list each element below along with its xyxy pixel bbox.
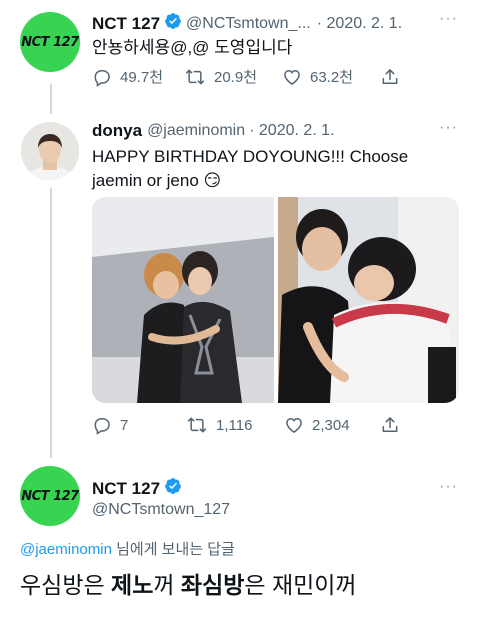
- tweet-text: 우심방은 제노꺼 좌심방은 재민이꺼: [20, 572, 357, 598]
- reply-count: 7: [120, 416, 129, 434]
- tweet-header: NCT 127 @NCTsmtown_... · 2020. 2. 1.: [92, 12, 402, 35]
- like-icon: [284, 69, 300, 85]
- like-button[interactable]: 63.2천: [282, 66, 380, 87]
- tweet-text-line: HAPPY BIRTHDAY DOYOUNG!!! Choose: [92, 147, 409, 166]
- share-icon: [382, 417, 398, 432]
- display-name[interactable]: donya: [92, 121, 142, 141]
- like-icon: [286, 417, 302, 433]
- more-options-icon[interactable]: ···: [439, 119, 458, 137]
- tweet-header: NCT 127: [92, 477, 186, 500]
- share-icon: [382, 68, 398, 84]
- verified-icon: [164, 477, 182, 500]
- display-name[interactable]: NCT 127: [92, 14, 160, 34]
- reply-count: 49.7천: [120, 69, 163, 86]
- user-handle[interactable]: @NCTsmtown_127: [92, 501, 230, 519]
- smirk-emoji-icon: 😏: [203, 171, 222, 190]
- replying-to-mention[interactable]: @jaeminomin: [20, 541, 112, 558]
- avatar[interactable]: [21, 122, 79, 180]
- retweet-icon: [187, 417, 207, 433]
- user-handle[interactable]: @NCTsmtown_...: [186, 15, 311, 33]
- like-count: 63.2천: [310, 69, 353, 86]
- retweet-count: 20.9천: [214, 69, 257, 86]
- bold-text: 제노: [111, 572, 154, 598]
- replying-to-label: 님에게 보내는 답글: [111, 541, 235, 558]
- reply-icon: [94, 69, 110, 87]
- tweet-text: 안뇽하세용@,@ 도영입니다: [92, 38, 293, 57]
- reply-button[interactable]: 49.7천: [92, 66, 184, 87]
- avatar-photo: [21, 122, 79, 180]
- bold-text: 좌심방: [180, 572, 245, 598]
- tweet-date[interactable]: · 2020. 2. 1.: [249, 122, 334, 140]
- more-options-icon[interactable]: ···: [439, 10, 458, 28]
- replying-to: @jaeminomin 님에게 보내는 답글: [20, 538, 235, 559]
- media-photo[interactable]: [278, 197, 459, 403]
- thread-line: [50, 84, 52, 114]
- display-name[interactable]: NCT 127: [92, 479, 160, 499]
- share-button[interactable]: [380, 67, 408, 87]
- user-handle[interactable]: @jaeminomin: [147, 122, 245, 140]
- reply-icon: [94, 418, 110, 435]
- share-button[interactable]: [380, 415, 408, 435]
- tweet-date[interactable]: · 2020. 2. 1.: [317, 15, 402, 33]
- tweet-actions: 7 1,116 2,304: [92, 415, 408, 435]
- avatar-logo-text: NCT 127: [21, 488, 79, 504]
- tweet-header: donya @jaeminomin · 2020. 2. 1.: [92, 121, 335, 141]
- like-button[interactable]: 2,304: [284, 415, 380, 435]
- media-grid: [92, 197, 459, 403]
- more-options-icon[interactable]: ···: [439, 478, 458, 496]
- retweet-button[interactable]: 20.9천: [184, 66, 282, 87]
- like-count: 2,304: [312, 416, 350, 434]
- retweet-count: 1,116: [216, 416, 253, 434]
- retweet-button[interactable]: 1,116: [186, 415, 284, 435]
- avatar-logo-text: NCT 127: [21, 34, 79, 50]
- verified-icon: [164, 12, 182, 35]
- reply-button[interactable]: 7: [92, 415, 186, 435]
- media-photo[interactable]: [92, 197, 274, 403]
- tweet-text: HAPPY BIRTHDAY DOYOUNG!!! Choose jaemin …: [92, 145, 408, 193]
- avatar[interactable]: NCT 127: [20, 12, 80, 72]
- tweet-actions: 49.7천 20.9천 63.2천: [92, 66, 408, 87]
- thread-line: [50, 188, 52, 458]
- tweet-text-line: jaemin or jeno 😏: [92, 171, 222, 190]
- avatar[interactable]: NCT 127: [20, 466, 80, 526]
- retweet-icon: [185, 69, 205, 84]
